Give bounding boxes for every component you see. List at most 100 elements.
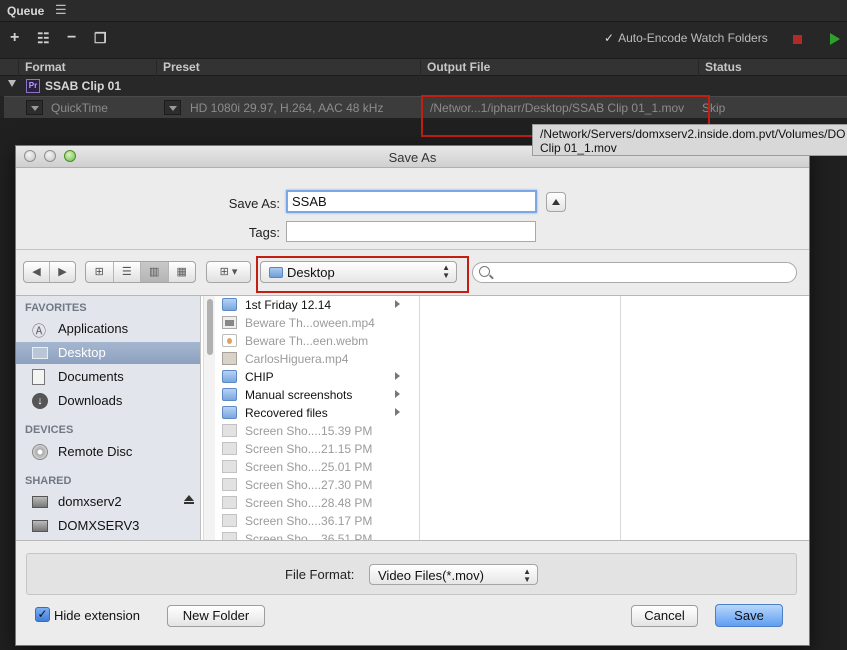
server-icon (32, 520, 48, 532)
sidebar-scroll-thumb[interactable] (207, 299, 213, 355)
file-item[interactable]: Beware Th...oween.mp4 (217, 314, 407, 332)
file-item[interactable]: Beware Th...een.webm (217, 332, 407, 350)
sidebar-item-label: DOMXSERV3 (58, 518, 140, 533)
back-forward-control: ◀ ▶ (23, 261, 76, 283)
group-title: SSAB Clip 01 (45, 79, 122, 93)
back-button[interactable]: ◀ (24, 262, 50, 282)
sidebar-scrollbar[interactable] (203, 296, 215, 540)
file-icon (222, 460, 237, 473)
file-name: Screen Sho....21.15 PM (245, 442, 373, 456)
column-header-format[interactable]: Format (18, 60, 160, 76)
disclosure-arrow-icon (395, 300, 400, 308)
format-dropdown-icon[interactable] (26, 100, 43, 115)
folder-item[interactable]: CHIP (217, 368, 407, 386)
file-item[interactable]: Screen Sho....21.15 PM (217, 440, 407, 458)
minus-icon[interactable]: − (67, 30, 76, 46)
remote-disc-icon (32, 444, 48, 460)
arrange-button[interactable]: ⊞ ▾ (206, 261, 251, 283)
file-name: Screen Sho....27.30 PM (245, 478, 373, 492)
list-view-button[interactable]: ☰ (114, 262, 141, 282)
collapse-dialog-button[interactable] (546, 192, 566, 212)
file-item[interactable]: Screen Sho....15.39 PM (217, 422, 407, 440)
cover-flow-button[interactable]: ▦ (169, 262, 196, 282)
sidebar-item-domxserv3[interactable]: DOMXSERV3 (16, 515, 200, 537)
sidebar-item-applications[interactable]: Ⓐ Applications (16, 318, 200, 340)
file-browser: FAVORITES Ⓐ Applications Desktop Documen… (16, 295, 809, 541)
file-name: Manual screenshots (245, 388, 353, 402)
column-header-output-file[interactable]: Output File (420, 60, 698, 76)
sidebar-item-documents[interactable]: Documents (16, 366, 200, 388)
file-format-popup[interactable]: Video Files(*.mov) ▲ ▼ (369, 564, 538, 585)
file-icon (222, 478, 237, 491)
search-input[interactable] (495, 265, 790, 280)
queue-group-row[interactable]: Pr SSAB Clip 01 (0, 76, 847, 96)
eject-icon[interactable] (184, 495, 194, 504)
preset-dropdown-icon[interactable] (164, 100, 181, 115)
file-item[interactable]: Screen Sho....25.01 PM (217, 458, 407, 476)
tags-field[interactable] (286, 221, 536, 242)
disclosure-triangle-icon[interactable] (8, 80, 16, 87)
item-format[interactable]: QuickTime (51, 101, 108, 115)
save-as-field[interactable] (286, 190, 537, 213)
folder-icon (222, 370, 237, 383)
applications-icon: Ⓐ (32, 323, 46, 339)
file-icon (222, 514, 237, 527)
updown-arrows-icon: ▲ ▼ (523, 567, 531, 584)
sidebar-item-label: Downloads (58, 393, 123, 408)
sidebar-item-remote-disc[interactable]: Remote Disc (16, 441, 200, 463)
cover-flow-icon: ▦ (176, 266, 187, 278)
sidebar: FAVORITES Ⓐ Applications Desktop Documen… (16, 296, 201, 540)
sidebar-item-label: domxserv2 (58, 494, 122, 509)
column-view-button[interactable]: ▥ (141, 262, 169, 282)
queue-column-headers: Format Preset Output File Status (0, 58, 847, 76)
file-name: Screen Sho....15.39 PM (245, 424, 373, 438)
sidebar-item-label: Desktop (58, 345, 106, 360)
file-column: 1st Friday 12.14 Beware Th...oween.mp4 Bew… (217, 296, 420, 540)
file-icon (222, 442, 237, 455)
hamburger-icon[interactable]: ☰ (55, 2, 67, 18)
sidebar-item-label: Applications (58, 321, 129, 336)
folder-item[interactable]: Recovered files (217, 404, 407, 422)
forward-button[interactable]: ▶ (50, 262, 75, 282)
queue-title: Queue (7, 4, 45, 18)
item-preset[interactable]: HD 1080i 29.97, H.264, AAC 48 kHz (190, 101, 383, 115)
auto-encode-checkbox[interactable]: ✓ Auto-Encode Watch Folders (604, 31, 768, 45)
checkmark-icon: ✓ (604, 31, 615, 45)
plus-icon[interactable]: + (10, 30, 19, 46)
empty-column-3 (622, 296, 809, 540)
queue-toolbar: + ☷ − ❐ ✓ Auto-Encode Watch Folders (0, 22, 847, 58)
file-item[interactable]: CarlosHiguera.mp4 (217, 350, 407, 368)
search-field[interactable] (472, 262, 797, 283)
auto-encode-label: Auto-Encode Watch Folders (618, 31, 768, 45)
tooltip-line-1: /Network/Servers/domxserv2.inside.dom.pv… (540, 127, 846, 141)
file-item[interactable]: Screen Sho....27.30 PM (217, 476, 407, 494)
save-button[interactable]: Save (715, 604, 783, 627)
search-icon (479, 266, 490, 277)
file-item[interactable]: Screen Sho....36.51 PM (217, 530, 407, 540)
chevron-left-icon: ◀ (32, 266, 41, 278)
sliders-icon[interactable]: ☷ (37, 30, 50, 46)
desktop-icon (32, 347, 48, 359)
start-queue-button[interactable] (830, 33, 840, 45)
sidebar-item-domxserv2[interactable]: domxserv2 (16, 491, 200, 513)
folder-item[interactable]: 1st Friday 12.14 (217, 296, 407, 314)
disclosure-arrow-icon (395, 390, 400, 398)
sidebar-item-desktop[interactable]: Desktop (16, 342, 200, 364)
stop-queue-button[interactable] (793, 35, 802, 44)
new-folder-button[interactable]: New Folder (167, 605, 265, 627)
column-header-status[interactable]: Status (698, 60, 834, 76)
checkbox-checked-icon[interactable]: ✓ (35, 607, 50, 622)
file-icon (222, 496, 237, 509)
arrange-grid-icon: ⊞ ▾ (219, 266, 238, 278)
duplicate-icon[interactable]: ❐ (94, 30, 107, 46)
column-header-preset[interactable]: Preset (156, 60, 420, 76)
queue-panel-header: Queue ☰ (0, 0, 847, 22)
sidebar-item-downloads[interactable]: ↓ Downloads (16, 390, 200, 412)
folder-item[interactable]: Manual screenshots (217, 386, 407, 404)
file-item[interactable]: Screen Sho....28.48 PM (217, 494, 407, 512)
icon-view-button[interactable]: ⊞ (86, 262, 114, 282)
file-item[interactable]: Screen Sho....36.17 PM (217, 512, 407, 530)
cancel-button[interactable]: Cancel (631, 605, 698, 627)
sidebar-header-favorites: FAVORITES (25, 302, 87, 314)
arrange-control: ⊞ ▾ (207, 262, 250, 282)
